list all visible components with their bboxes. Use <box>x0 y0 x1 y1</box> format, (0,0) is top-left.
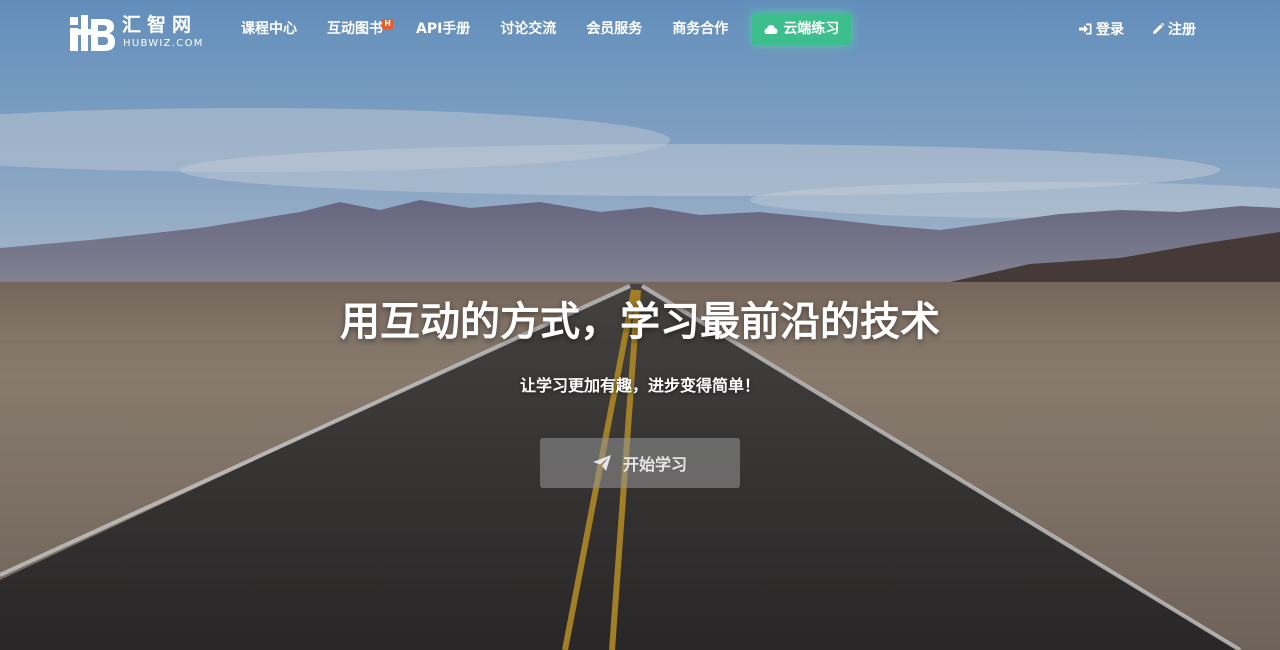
nav-item-membership[interactable]: 会员服务 <box>571 13 657 45</box>
hero-subline: 让学习更加有趣，进步变得简单！ <box>519 376 760 395</box>
cloud-practice-label: 云端练习 <box>783 21 840 37</box>
cloud-icon <box>764 24 778 35</box>
top-navbar: 汇智网 HUBWIZ.COM 课程中心 互动图书 H API手册 讨论交流 会员… <box>0 0 1280 60</box>
auth-links: 登录 注册 <box>1079 13 1196 45</box>
start-learning-label: 开始学习 <box>622 455 687 474</box>
start-learning-button[interactable]: 开始学习 <box>540 438 740 488</box>
login-link[interactable]: 登录 <box>1079 19 1124 39</box>
hb-logo-icon <box>70 15 115 51</box>
nav-item-courses[interactable]: 课程中心 <box>226 13 312 45</box>
site-logo[interactable]: 汇智网 HUBWIZ.COM <box>70 13 212 51</box>
hero-section: 汇智网 HUBWIZ.COM 课程中心 互动图书 H API手册 讨论交流 会员… <box>0 0 1280 650</box>
hero-headline: 用互动的方式，学习最前沿的技术 <box>340 299 940 345</box>
main-nav: 课程中心 互动图书 H API手册 讨论交流 会员服务 商务合作 云端练习 <box>226 13 852 45</box>
paper-plane-icon <box>592 455 611 471</box>
nav-item-label: 互动图书 <box>327 21 383 37</box>
pencil-icon <box>1152 23 1164 35</box>
register-label: 注册 <box>1168 22 1196 38</box>
cloud-practice-button[interactable]: 云端练习 <box>752 13 852 45</box>
sign-in-icon <box>1079 23 1092 35</box>
register-link[interactable]: 注册 <box>1152 19 1196 39</box>
nav-item-business[interactable]: 商务合作 <box>657 13 743 45</box>
logo-text-cn: 汇智网 <box>122 14 198 36</box>
nav-item-api-manual[interactable]: API手册 <box>401 13 485 45</box>
new-badge: H <box>382 19 393 29</box>
logo-text-en: HUBWIZ.COM <box>123 38 204 49</box>
nav-item-discussion[interactable]: 讨论交流 <box>485 13 571 45</box>
nav-item-interactive-books[interactable]: 互动图书 H <box>312 13 401 45</box>
login-label: 登录 <box>1096 22 1124 38</box>
